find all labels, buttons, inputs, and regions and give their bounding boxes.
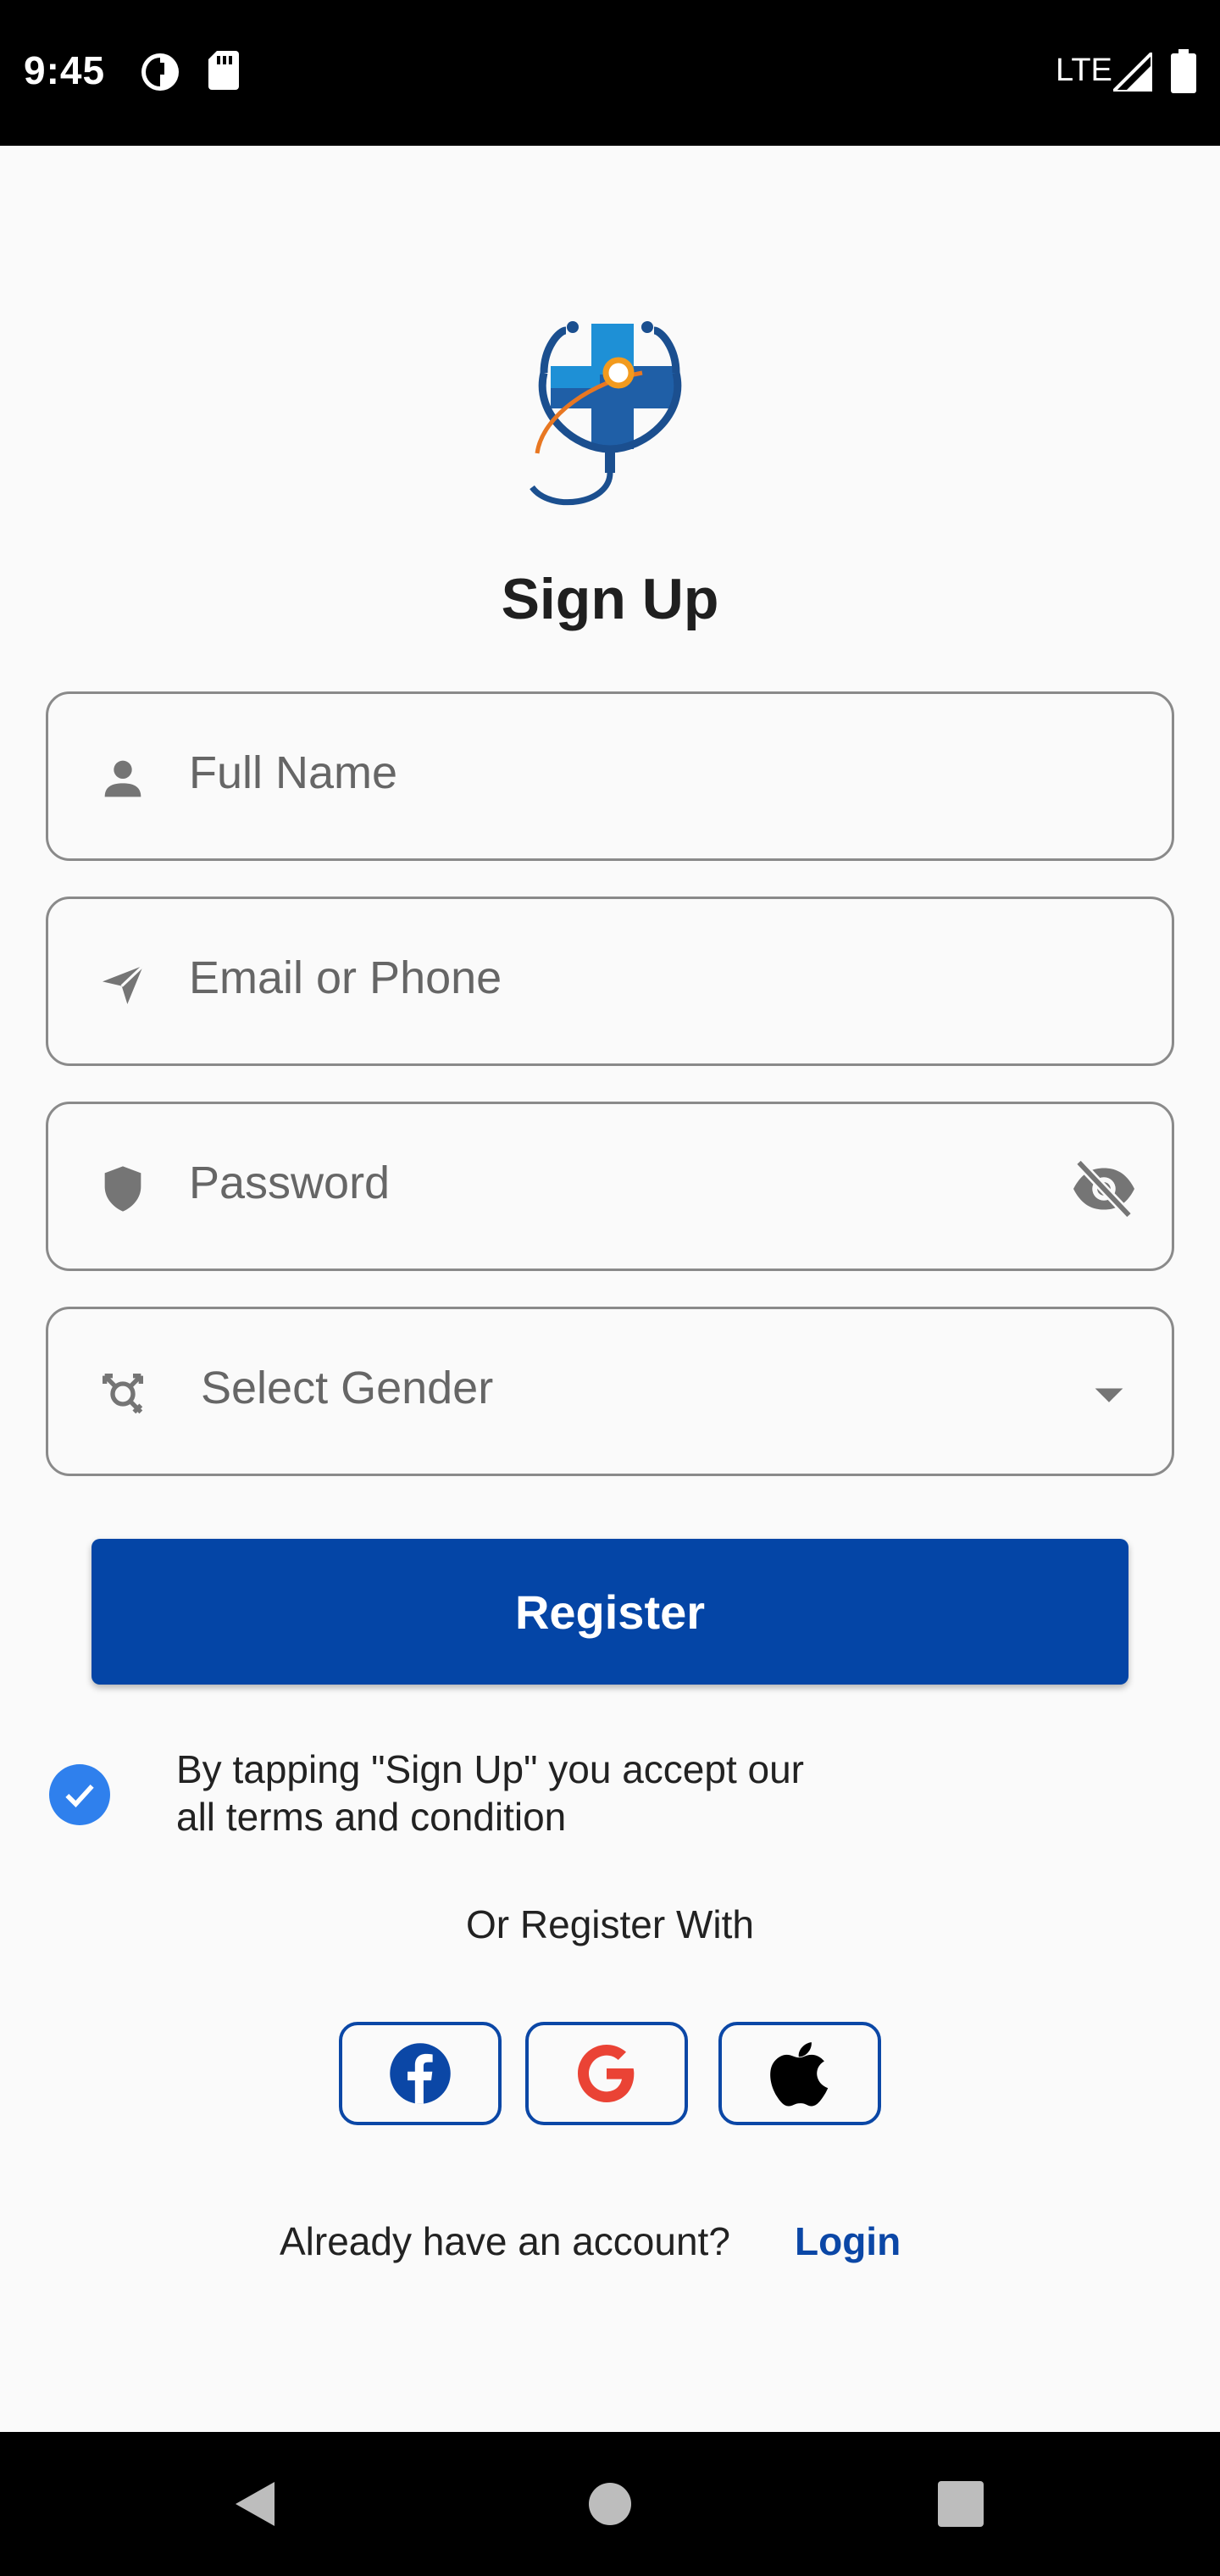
send-icon bbox=[96, 957, 150, 1011]
battery-icon bbox=[1171, 49, 1196, 97]
or-register-with-label: Or Register With bbox=[466, 1902, 754, 1946]
status-time: 9:45 bbox=[24, 48, 106, 92]
terms-line-2: all terms and condition bbox=[176, 1795, 567, 1839]
status-bar: 9:45 LTE bbox=[0, 0, 1220, 146]
login-link[interactable]: Login bbox=[795, 2218, 901, 2264]
person-icon bbox=[96, 752, 150, 806]
back-button[interactable] bbox=[186, 2432, 322, 2576]
shield-icon bbox=[96, 1162, 150, 1216]
recents-icon bbox=[938, 2481, 984, 2527]
app-logo bbox=[525, 314, 695, 508]
home-button[interactable] bbox=[542, 2432, 678, 2576]
network-type: LTE bbox=[1056, 53, 1112, 88]
home-icon bbox=[589, 2483, 631, 2525]
sd-card-icon bbox=[208, 51, 239, 94]
recents-button[interactable] bbox=[893, 2432, 1029, 2576]
facebook-icon bbox=[390, 2043, 451, 2104]
password-field[interactable]: Password bbox=[46, 1102, 1174, 1271]
gender-icon bbox=[96, 1367, 150, 1421]
register-button[interactable]: Register bbox=[92, 1539, 1128, 1685]
email-placeholder: Email or Phone bbox=[189, 952, 502, 1003]
already-have-account-text: Already have an account? bbox=[280, 2219, 730, 2263]
apple-button[interactable] bbox=[718, 2022, 881, 2125]
terms-line-1: By tapping "Sign Up" you accept our bbox=[176, 1747, 804, 1791]
page-title: Sign Up bbox=[501, 567, 719, 631]
google-icon bbox=[578, 2045, 635, 2102]
terms-checkbox[interactable] bbox=[49, 1764, 110, 1825]
gender-placeholder: Select Gender bbox=[201, 1363, 494, 1413]
email-field[interactable]: Email or Phone bbox=[46, 897, 1174, 1066]
check-icon bbox=[65, 1785, 94, 1807]
full-name-field[interactable]: Full Name bbox=[46, 691, 1174, 861]
navigation-bar bbox=[0, 2432, 1220, 2576]
visibility-off-icon[interactable] bbox=[1070, 1158, 1138, 1219]
google-button[interactable] bbox=[525, 2022, 688, 2125]
full-name-placeholder: Full Name bbox=[189, 747, 398, 798]
signal-icon bbox=[1109, 48, 1154, 96]
gender-select[interactable]: Select Gender bbox=[46, 1307, 1174, 1476]
password-placeholder: Password bbox=[189, 1158, 391, 1208]
terms-text: By tapping "Sign Up" you accept our all … bbox=[176, 1746, 804, 1840]
dropdown-arrow-icon[interactable] bbox=[1075, 1363, 1143, 1424]
apple-icon bbox=[770, 2042, 829, 2107]
back-icon bbox=[236, 2482, 274, 2526]
facebook-button[interactable] bbox=[339, 2022, 502, 2125]
data-saver-icon bbox=[139, 51, 181, 97]
